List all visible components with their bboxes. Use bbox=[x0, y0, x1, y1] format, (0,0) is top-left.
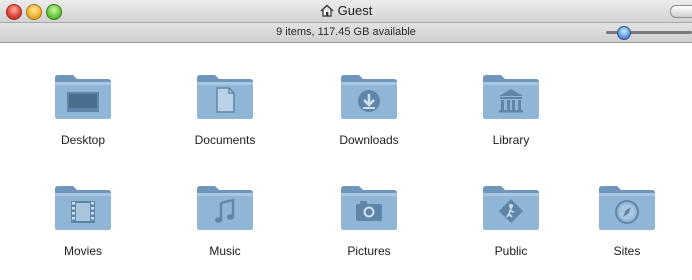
toolbar-toggle-button[interactable] bbox=[670, 5, 692, 18]
folder-item-downloads[interactable]: Downloads bbox=[314, 70, 424, 147]
folder-item-documents[interactable]: Documents bbox=[170, 70, 280, 147]
folder-grid: Desktop Documents Downloads Library Movies Mu… bbox=[0, 43, 692, 280]
window-title: Guest bbox=[0, 3, 692, 20]
window-title-text: Guest bbox=[337, 3, 373, 18]
documents-folder-icon bbox=[170, 70, 280, 125]
folder-item-library[interactable]: Library bbox=[456, 70, 566, 147]
folder-label: Sites bbox=[613, 244, 641, 258]
public-folder-icon bbox=[456, 181, 566, 236]
folder-label: Downloads bbox=[339, 133, 399, 147]
folder-label: Library bbox=[492, 133, 530, 147]
status-text: 9 items, 117.45 GB available bbox=[276, 26, 416, 38]
folder-item-sites[interactable]: Sites bbox=[572, 181, 682, 258]
folder-label: Public bbox=[494, 244, 528, 258]
folder-item-public[interactable]: Public bbox=[456, 181, 566, 258]
finder-window: Guest 9 items, 117.45 GB available Deskt… bbox=[0, 0, 692, 280]
folder-label: Movies bbox=[63, 244, 102, 258]
library-folder-icon bbox=[456, 70, 566, 125]
sites-folder-icon bbox=[572, 181, 682, 236]
folder-item-movies[interactable]: Movies bbox=[28, 181, 138, 258]
movies-folder-icon bbox=[28, 181, 138, 236]
downloads-folder-icon bbox=[314, 70, 424, 125]
pictures-folder-icon bbox=[314, 181, 424, 236]
folder-label: Desktop bbox=[60, 133, 106, 147]
folder-label: Music bbox=[209, 244, 241, 258]
folder-item-desktop[interactable]: Desktop bbox=[28, 70, 138, 147]
home-icon bbox=[320, 4, 334, 20]
folder-label: Pictures bbox=[347, 244, 391, 258]
title-bar[interactable]: Guest bbox=[0, 0, 692, 23]
music-folder-icon bbox=[170, 181, 280, 236]
folder-item-pictures[interactable]: Pictures bbox=[314, 181, 424, 258]
status-bar: 9 items, 117.45 GB available bbox=[0, 23, 692, 43]
desktop-folder-icon bbox=[28, 70, 138, 125]
folder-item-music[interactable]: Music bbox=[170, 181, 280, 258]
folder-label: Documents bbox=[194, 133, 256, 147]
icon-size-slider-knob[interactable] bbox=[616, 26, 631, 40]
